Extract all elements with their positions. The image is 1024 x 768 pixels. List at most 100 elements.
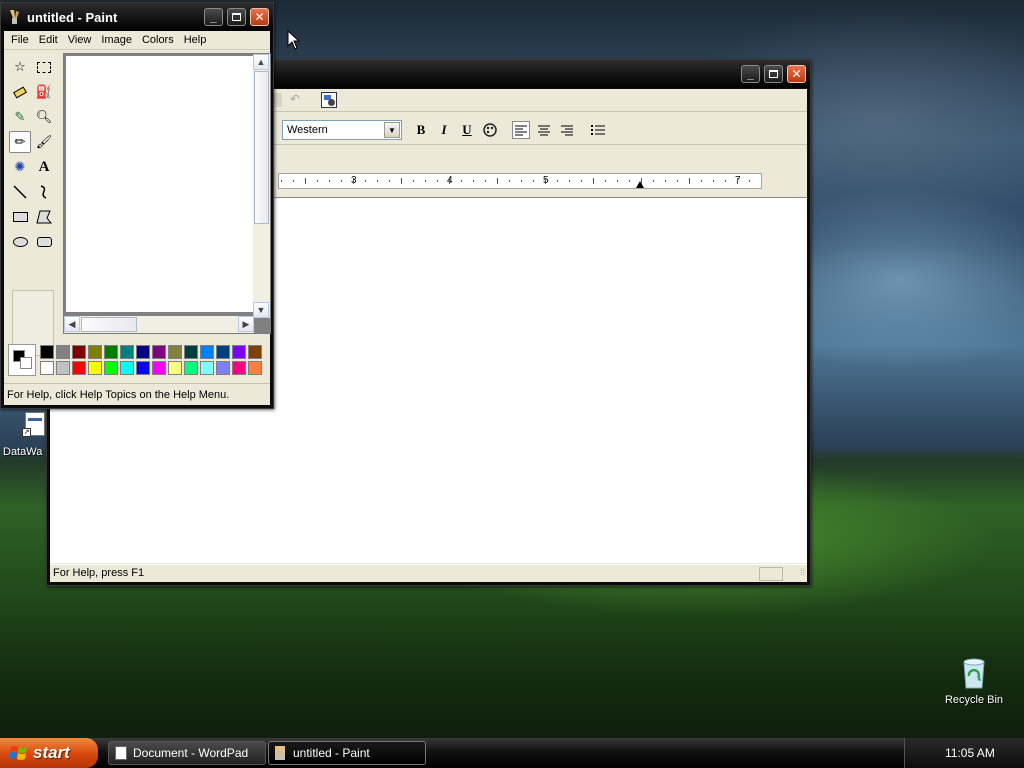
text-icon[interactable]: A xyxy=(33,156,55,178)
drawing-canvas[interactable] xyxy=(66,56,254,312)
ruler-tick xyxy=(713,180,714,182)
script-select[interactable]: Western ▼ xyxy=(282,120,402,140)
start-button[interactable]: start xyxy=(0,738,98,768)
palette-color-swatch[interactable] xyxy=(200,345,214,359)
palette-color-swatch[interactable] xyxy=(168,345,182,359)
eyedropper-icon[interactable]: ✎ xyxy=(9,106,31,128)
palette-icon xyxy=(483,123,497,137)
rounded-rect-icon[interactable] xyxy=(33,231,55,253)
rectangle-icon[interactable] xyxy=(9,206,31,228)
task-paint[interactable]: untitled - Paint xyxy=(268,741,426,765)
palette-color-swatch[interactable] xyxy=(56,361,70,375)
palette-color-swatch[interactable] xyxy=(40,345,54,359)
rect-select-icon[interactable] xyxy=(33,56,55,78)
palette-color-swatch[interactable] xyxy=(184,345,198,359)
palette-color-swatch[interactable] xyxy=(136,345,150,359)
close-icon: ✕ xyxy=(254,10,265,24)
ellipse-icon[interactable] xyxy=(9,231,31,253)
minimize-button[interactable]: _ xyxy=(741,65,760,83)
palette-color-swatch[interactable] xyxy=(248,345,262,359)
menu-colors[interactable]: Colors xyxy=(137,34,179,46)
palette-color-swatch[interactable] xyxy=(104,361,118,375)
palette-color-swatch[interactable] xyxy=(216,361,230,375)
palette-color-swatch[interactable] xyxy=(88,361,102,375)
maximize-button[interactable] xyxy=(764,65,783,83)
clock[interactable]: 11:05 AM xyxy=(945,746,995,760)
menu-edit[interactable]: Edit xyxy=(34,34,63,46)
palette-color-swatch[interactable] xyxy=(136,361,150,375)
eraser-icon[interactable] xyxy=(9,81,31,103)
polygon-icon[interactable] xyxy=(33,206,55,228)
windows-logo-icon xyxy=(10,746,27,760)
palette-color-swatch[interactable] xyxy=(40,361,54,375)
minimize-button[interactable]: _ xyxy=(204,8,223,26)
maximize-button[interactable] xyxy=(227,8,246,26)
palette-color-swatch[interactable] xyxy=(232,361,246,375)
menu-bar: File Edit View Image Colors Help xyxy=(4,31,270,50)
paint-app-icon xyxy=(275,746,285,760)
align-left-button[interactable] xyxy=(512,121,530,139)
scroll-thumb[interactable] xyxy=(81,317,137,332)
close-button[interactable]: ✕ xyxy=(787,65,806,83)
palette-color-swatch[interactable] xyxy=(72,361,86,375)
task-wordpad[interactable]: Document - WordPad xyxy=(108,741,266,765)
menu-help[interactable]: Help xyxy=(179,34,212,46)
palette-color-swatch[interactable] xyxy=(248,361,262,375)
maximize-icon xyxy=(232,13,241,21)
palette-color-swatch[interactable] xyxy=(120,345,134,359)
bold-button[interactable]: B xyxy=(412,121,430,139)
palette-color-swatch[interactable] xyxy=(56,345,70,359)
scroll-down-icon[interactable]: ▼ xyxy=(253,302,269,318)
italic-button[interactable]: I xyxy=(435,121,453,139)
desktop-icon-recycle-bin[interactable]: Recycle Bin xyxy=(942,656,1006,706)
curve-icon[interactable] xyxy=(33,181,55,203)
palette-color-swatch[interactable] xyxy=(120,361,134,375)
palette-color-swatch[interactable] xyxy=(232,345,246,359)
align-right-button[interactable] xyxy=(558,121,576,139)
resize-grip-icon[interactable]: ⁞⁞ xyxy=(787,567,805,581)
scroll-right-icon[interactable]: ▶ xyxy=(238,316,254,332)
insert-object-icon[interactable] xyxy=(321,92,337,108)
palette-color-swatch[interactable] xyxy=(200,361,214,375)
palette-color-swatch[interactable] xyxy=(184,361,198,375)
desktop-icon-label: Recycle Bin xyxy=(944,694,1004,706)
current-colors[interactable] xyxy=(8,344,36,376)
scroll-thumb[interactable] xyxy=(254,71,269,224)
menu-file[interactable]: File xyxy=(6,34,34,46)
palette-color-swatch[interactable] xyxy=(168,361,182,375)
airbrush-icon[interactable]: ✺ xyxy=(9,156,31,178)
vertical-scrollbar[interactable]: ▲ ▼ xyxy=(253,54,270,318)
menu-view[interactable]: View xyxy=(63,34,97,46)
close-button[interactable]: ✕ xyxy=(250,8,269,26)
undo-icon[interactable]: ↶ xyxy=(290,92,300,106)
fill-icon[interactable]: ⛽ xyxy=(33,81,55,103)
palette-color-swatch[interactable] xyxy=(152,345,166,359)
palette-color-swatch[interactable] xyxy=(216,345,230,359)
pencil-icon[interactable]: ✏︎ xyxy=(9,131,31,153)
palette-color-swatch[interactable] xyxy=(152,361,166,375)
paint-titlebar[interactable]: untitled - Paint _ ✕ xyxy=(1,3,273,31)
scroll-up-icon[interactable]: ▲ xyxy=(253,54,269,70)
line-icon[interactable] xyxy=(9,181,31,203)
scroll-left-icon[interactable]: ◀ xyxy=(64,316,80,332)
menu-image[interactable]: Image xyxy=(96,34,137,46)
underline-button[interactable]: U xyxy=(458,121,476,139)
magnifier-icon[interactable]: 🔍︎ xyxy=(33,106,55,128)
paint-client: File Edit View Image Colors Help ☆ ⛽ ✎ 🔍… xyxy=(4,31,271,405)
desktop-icon-datawa[interactable]: ↗ DataWa xyxy=(0,410,46,458)
palette-color-swatch[interactable] xyxy=(88,345,102,359)
brush-icon[interactable]: 🖌︎ xyxy=(33,131,55,153)
palette-color-swatch[interactable] xyxy=(72,345,86,359)
palette-color-swatch[interactable] xyxy=(104,345,118,359)
right-indent-marker-icon[interactable] xyxy=(636,181,644,188)
ruler-tick xyxy=(569,180,570,182)
chevron-down-icon[interactable]: ▼ xyxy=(384,122,400,138)
align-center-button[interactable] xyxy=(535,121,553,139)
horizontal-scrollbar[interactable]: ◀ ▶ xyxy=(64,316,254,333)
maximize-icon xyxy=(769,70,778,78)
free-select-icon[interactable]: ☆ xyxy=(9,56,31,78)
ruler-tick xyxy=(401,178,402,184)
color-button[interactable] xyxy=(481,121,499,139)
bullets-button[interactable] xyxy=(589,121,607,139)
ruler[interactable]: 3 4 5 7 xyxy=(278,173,762,189)
